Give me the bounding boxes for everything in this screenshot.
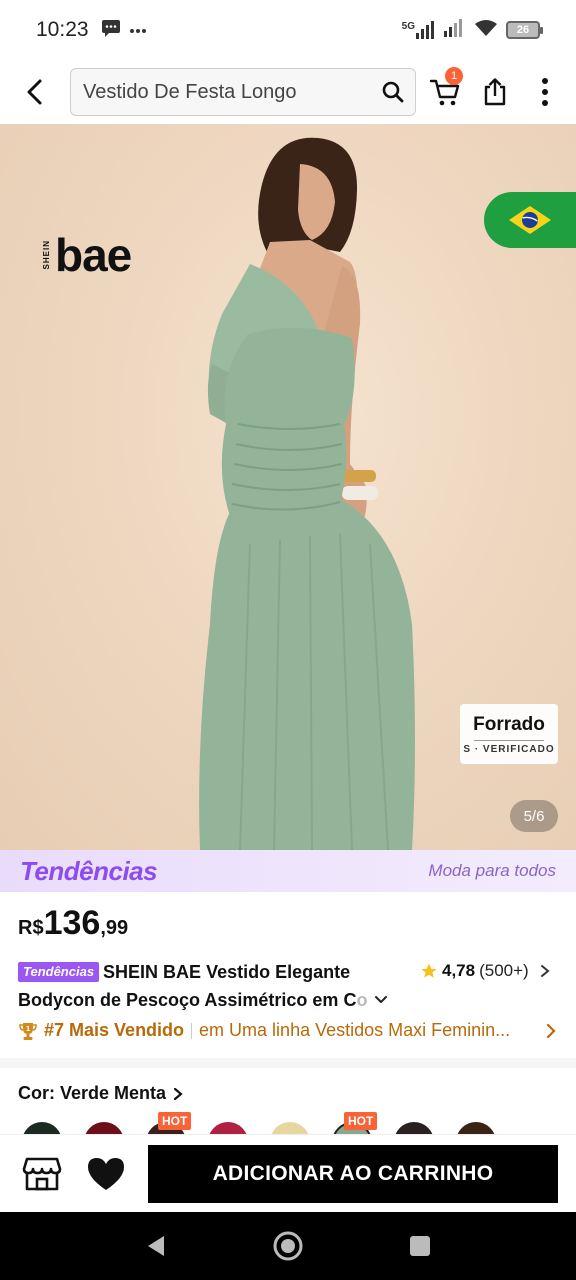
nav-back-button[interactable]: [126, 1216, 186, 1276]
header: Vestido De Festa Longo 1: [0, 60, 576, 124]
lined-badge: Forrado S · VERIFICADO: [460, 704, 558, 764]
heart-icon: [88, 1157, 124, 1190]
trends-logo: Tendências: [20, 855, 158, 886]
store-button[interactable]: [20, 1152, 64, 1196]
best-seller-rank: #7 Mais Vendido: [44, 1020, 185, 1040]
color-selector-label[interactable]: Cor: Verde Menta: [18, 1083, 184, 1104]
rating-value: 4,78: [442, 961, 476, 980]
best-seller-category: em Uma linha Vestidos Maxi Feminin...: [199, 1020, 511, 1040]
trends-banner[interactable]: Tendências Moda para todos: [0, 850, 576, 892]
message-icon: [101, 19, 121, 42]
nav-home-button[interactable]: [258, 1216, 318, 1276]
hot-tag: HOT: [344, 1112, 378, 1130]
nav-home-icon: [273, 1231, 303, 1261]
expand-title-icon[interactable]: [373, 994, 389, 1006]
wishlist-button[interactable]: [84, 1152, 128, 1196]
network-label: 5G: [401, 21, 415, 32]
color-swatches: HOT HOT: [0, 1112, 576, 1134]
share-icon: [484, 78, 506, 106]
lined-title: Forrado: [473, 713, 545, 735]
hot-tag: HOT: [158, 1112, 192, 1130]
product-title-fade: o: [356, 990, 368, 1010]
review-count: (500+): [479, 961, 529, 980]
color-swatch[interactable]: [208, 1122, 248, 1134]
trend-tag: Tendências: [18, 962, 100, 982]
brand-logo-main: bae: [55, 229, 132, 281]
price-decimal: ,99: [100, 917, 129, 939]
star-icon: [421, 963, 437, 978]
nav-recents-button[interactable]: [390, 1216, 450, 1276]
chevron-right-icon: [540, 965, 550, 977]
search-query: Vestido De Festa Longo: [83, 80, 297, 103]
color-swatch[interactable]: [22, 1122, 62, 1134]
status-time: 10:23: [36, 18, 89, 41]
more-vert-icon: [542, 78, 548, 106]
search-input[interactable]: Vestido De Festa Longo: [70, 68, 416, 116]
add-to-cart-button[interactable]: ADICIONAR AO CARRINHO: [148, 1144, 558, 1203]
nav-recents-icon: [410, 1236, 430, 1256]
price-integer: 136: [43, 904, 101, 942]
more-options-button[interactable]: [520, 60, 570, 124]
rating[interactable]: 4,78 (500+): [420, 961, 551, 981]
nav-back-icon: [148, 1236, 164, 1256]
svg-text:1: 1: [26, 1025, 31, 1033]
cart-badge: 1: [445, 67, 463, 85]
search-icon[interactable]: [381, 80, 405, 104]
cart-button[interactable]: 1: [420, 60, 470, 124]
share-button[interactable]: [470, 60, 520, 124]
status-bar: 10:23 5G 26: [0, 0, 576, 60]
product-title-line2: Bodycon de Pescoço Assimétrico em C: [18, 990, 357, 1010]
brazil-flag-badge: [484, 192, 576, 248]
section-divider: [0, 1058, 576, 1068]
brand-logo-small: SHEIN: [42, 240, 51, 270]
chevron-right-icon: [173, 1087, 183, 1100]
image-counter: 5/6: [510, 800, 558, 832]
color-label: Cor: Verde Menta: [18, 1083, 167, 1103]
back-button[interactable]: [0, 60, 70, 124]
price: R$ 136 ,99: [18, 904, 128, 943]
lined-verified: S · VERIFICADO: [463, 743, 555, 755]
wifi-icon: [474, 19, 498, 42]
best-seller-row[interactable]: 1 #7 Mais Vendido em Uma linha Vestidos …: [18, 1020, 558, 1041]
product-title[interactable]: Tendências SHEIN BAE Vestido Elegante Bod…: [18, 958, 418, 1014]
bottom-action-bar: ADICIONAR AO CARRINHO: [0, 1134, 576, 1212]
product-title-line1: SHEIN BAE Vestido Elegante: [103, 962, 351, 982]
system-nav-bar: [0, 1212, 576, 1280]
trophy-icon: 1: [19, 1022, 37, 1040]
trends-tagline: Moda para todos: [428, 861, 556, 880]
color-swatch[interactable]: [84, 1122, 124, 1134]
color-swatch[interactable]: [394, 1122, 434, 1134]
product-image[interactable]: SHEIN bae Forrado S · VERIFICADO 5/6: [0, 124, 576, 850]
brand-logo: SHEIN bae: [42, 229, 132, 281]
signal-5g-icon: 5G: [402, 21, 436, 39]
more-notifications-icon: [129, 21, 147, 39]
brazil-flag-icon: [506, 203, 554, 237]
store-icon: [22, 1157, 62, 1190]
back-arrow-icon: [27, 79, 42, 105]
color-swatch[interactable]: [456, 1122, 496, 1134]
signal-icon: [444, 18, 466, 42]
color-swatch[interactable]: [270, 1122, 310, 1134]
price-currency: R$: [18, 917, 44, 939]
chevron-right-icon: [546, 1023, 556, 1038]
battery-icon: 26: [506, 21, 543, 39]
